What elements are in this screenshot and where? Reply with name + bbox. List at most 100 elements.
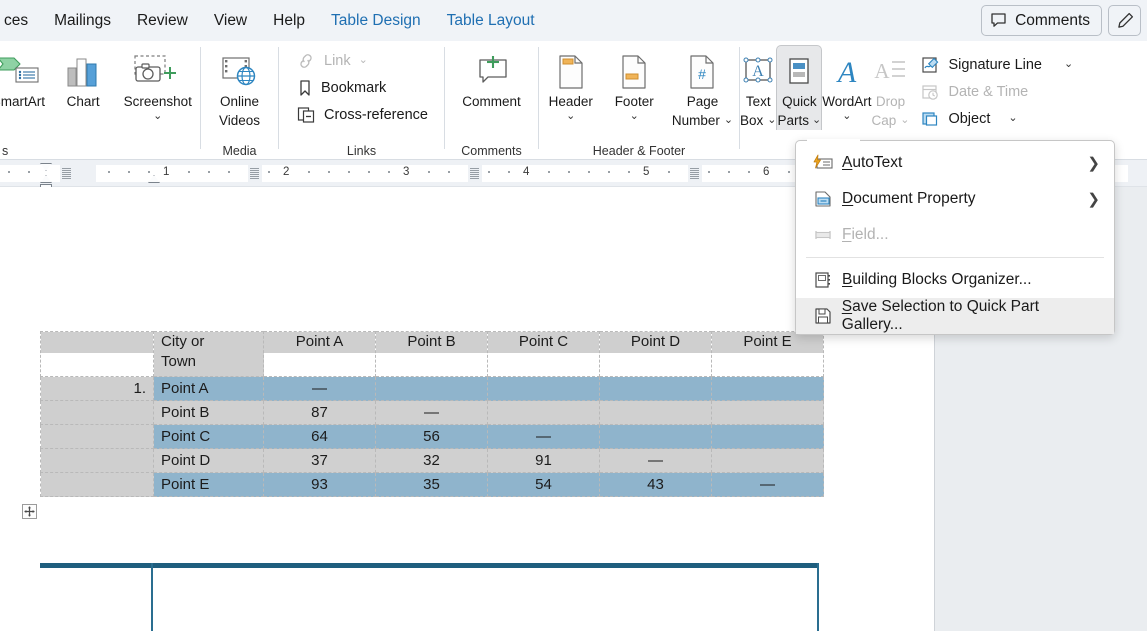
chevron-down-icon[interactable]: ⌄ xyxy=(1008,113,1017,124)
tab-references[interactable]: ces xyxy=(0,5,41,37)
row-value-cell[interactable]: 91 xyxy=(487,448,600,473)
table-header-cell-point-d[interactable]: Point D xyxy=(599,331,712,377)
row-value-cell[interactable] xyxy=(487,376,600,401)
table-move-handle-icon[interactable] xyxy=(22,504,37,519)
bookmark-button[interactable]: Bookmark xyxy=(291,74,392,101)
menu-item-label: Building Blocks Organizer... xyxy=(842,271,1032,288)
quick-parts-button[interactable]: Quick Parts ⌄ xyxy=(776,45,823,130)
row-name-cell[interactable]: Point D xyxy=(153,448,264,473)
doc-table[interactable]: City or Town Point A Point B Point C Poi… xyxy=(40,331,824,497)
row-value-cell[interactable]: 56 xyxy=(375,424,488,449)
row-value-cell[interactable] xyxy=(487,400,600,425)
chart-button[interactable]: Chart xyxy=(51,45,116,129)
row-value-cell[interactable] xyxy=(711,448,824,473)
menu-item-autotext[interactable]: AutoText ❯ xyxy=(796,145,1114,181)
tab-table-layout[interactable]: Table Layout xyxy=(434,5,548,37)
chevron-down-icon[interactable]: ⌄ xyxy=(566,110,575,122)
quick-parts-dropdown-menu[interactable]: AutoText ❯ Document Property ❯ Field... … xyxy=(795,139,1115,335)
row-value-cell[interactable] xyxy=(599,424,712,449)
tab-help[interactable]: Help xyxy=(260,5,318,37)
row-value-cell[interactable]: 43 xyxy=(599,472,712,497)
page-number-button[interactable]: # Page Number ⌄ xyxy=(666,45,739,130)
row-value-cell[interactable] xyxy=(599,376,712,401)
chevron-down-icon[interactable]: ⌄ xyxy=(359,55,368,66)
table-row[interactable]: Point C 64 56 — xyxy=(40,424,824,449)
row-value-cell[interactable] xyxy=(711,400,824,425)
tab-table-design[interactable]: Table Design xyxy=(318,5,434,37)
online-videos-button[interactable]: Online Videos xyxy=(207,45,273,130)
table-header-cell-point-e[interactable]: Point E xyxy=(711,331,824,377)
row-name-cell[interactable]: Point C xyxy=(153,424,264,449)
row-value-cell[interactable]: — xyxy=(711,472,824,497)
link-button[interactable]: Link ⌄ xyxy=(291,47,374,74)
new-comment-button[interactable]: Comment xyxy=(450,45,534,129)
tab-review[interactable]: Review xyxy=(124,5,201,37)
tab-mailings[interactable]: Mailings xyxy=(41,5,124,37)
signature-line-button[interactable]: Signature Line ⌄ xyxy=(915,51,1079,78)
ruler-tab-marker[interactable] xyxy=(690,167,699,179)
row-value-cell[interactable]: 93 xyxy=(263,472,376,497)
drop-cap-button[interactable]: A Drop Cap ⌄ xyxy=(871,45,909,130)
menu-item-document-property[interactable]: Document Property ❯ xyxy=(796,181,1114,217)
ruler-tab-marker[interactable] xyxy=(470,167,479,179)
table-row[interactable]: Point E 93 35 54 43 — xyxy=(40,472,824,497)
screenshot-button[interactable]: Screenshot ⌄ xyxy=(116,45,200,129)
chevron-down-icon[interactable]: ⌄ xyxy=(724,114,733,126)
row-value-cell[interactable]: — xyxy=(487,424,600,449)
table-row[interactable]: Point D 37 32 91 — xyxy=(40,448,824,473)
cross-reference-button[interactable]: Cross-reference xyxy=(291,101,434,128)
chevron-down-icon[interactable]: ⌄ xyxy=(900,114,909,126)
table-row[interactable]: Point B 87 — xyxy=(40,400,824,425)
text-box-button[interactable]: A Text Box ⌄ xyxy=(740,45,776,130)
row-number-cell[interactable] xyxy=(40,448,154,473)
header-button[interactable]: Header ⌄ xyxy=(539,45,602,129)
table-header-cell-point-a[interactable]: Point A xyxy=(263,331,376,377)
table-header-cell-point-b[interactable]: Point B xyxy=(375,331,488,377)
chevron-down-icon[interactable]: ⌄ xyxy=(812,114,821,126)
row-name-cell[interactable]: Point E xyxy=(153,472,264,497)
ruler-tab-marker[interactable] xyxy=(62,167,71,179)
row-value-cell[interactable]: — xyxy=(599,448,712,473)
row-value-cell[interactable]: 37 xyxy=(263,448,376,473)
tab-view[interactable]: View xyxy=(201,5,260,37)
chevron-down-icon[interactable]: ⌄ xyxy=(1064,59,1073,70)
wordart-button[interactable]: A WordArt ⌄ xyxy=(822,45,871,129)
row-value-cell[interactable]: — xyxy=(375,400,488,425)
menu-item-save-selection-to-quick-part-gallery[interactable]: Save Selection to Quick Part Gallery... xyxy=(796,298,1114,334)
editing-mode-button[interactable] xyxy=(1108,5,1141,36)
row-value-cell[interactable] xyxy=(711,376,824,401)
row-value-cell[interactable] xyxy=(375,376,488,401)
row-number-cell[interactable]: 1. xyxy=(40,376,154,401)
row-value-cell[interactable]: — xyxy=(263,376,376,401)
table-header-cell-blank[interactable] xyxy=(40,331,154,377)
row-value-cell[interactable]: 64 xyxy=(263,424,376,449)
menu-item-building-blocks-organizer[interactable]: Building Blocks Organizer... xyxy=(796,262,1114,298)
row-value-cell[interactable]: 35 xyxy=(375,472,488,497)
object-button[interactable]: Object ⌄ xyxy=(915,105,1079,132)
row-number-cell[interactable] xyxy=(40,400,154,425)
smartart-button[interactable]: SmartArt xyxy=(0,45,51,129)
table-container[interactable]: City or Town Point A Point B Point C Poi… xyxy=(40,331,824,497)
row-name-cell[interactable]: Point B xyxy=(153,400,264,425)
date-time-button[interactable]: Date & Time xyxy=(915,78,1079,105)
row-value-cell[interactable]: 54 xyxy=(487,472,600,497)
chevron-down-icon[interactable]: ⌄ xyxy=(630,110,639,122)
chevron-down-icon[interactable]: ⌄ xyxy=(842,110,851,122)
chevron-down-icon[interactable]: ⌄ xyxy=(767,114,776,126)
row-name-cell[interactable]: Point A xyxy=(153,376,264,401)
ruler-tab-marker[interactable] xyxy=(250,167,259,179)
row-value-cell[interactable] xyxy=(711,424,824,449)
row-value-cell[interactable] xyxy=(599,400,712,425)
table-row[interactable]: 1. Point A — xyxy=(40,376,824,401)
footer-button[interactable]: Footer ⌄ xyxy=(602,45,665,129)
table-header-row[interactable]: City or Town Point A Point B Point C Poi… xyxy=(40,331,824,377)
row-value-cell[interactable]: 32 xyxy=(375,448,488,473)
row-number-cell[interactable] xyxy=(40,424,154,449)
row-number-cell[interactable] xyxy=(40,472,154,497)
menu-item-field[interactable]: Field... xyxy=(796,217,1114,253)
row-value-cell[interactable]: 87 xyxy=(263,400,376,425)
table-header-cell-point-c[interactable]: Point C xyxy=(487,331,600,377)
comments-button[interactable]: Comments xyxy=(981,5,1102,36)
table-header-cell-city[interactable]: City or Town xyxy=(153,331,264,377)
chevron-down-icon[interactable]: ⌄ xyxy=(153,110,162,122)
